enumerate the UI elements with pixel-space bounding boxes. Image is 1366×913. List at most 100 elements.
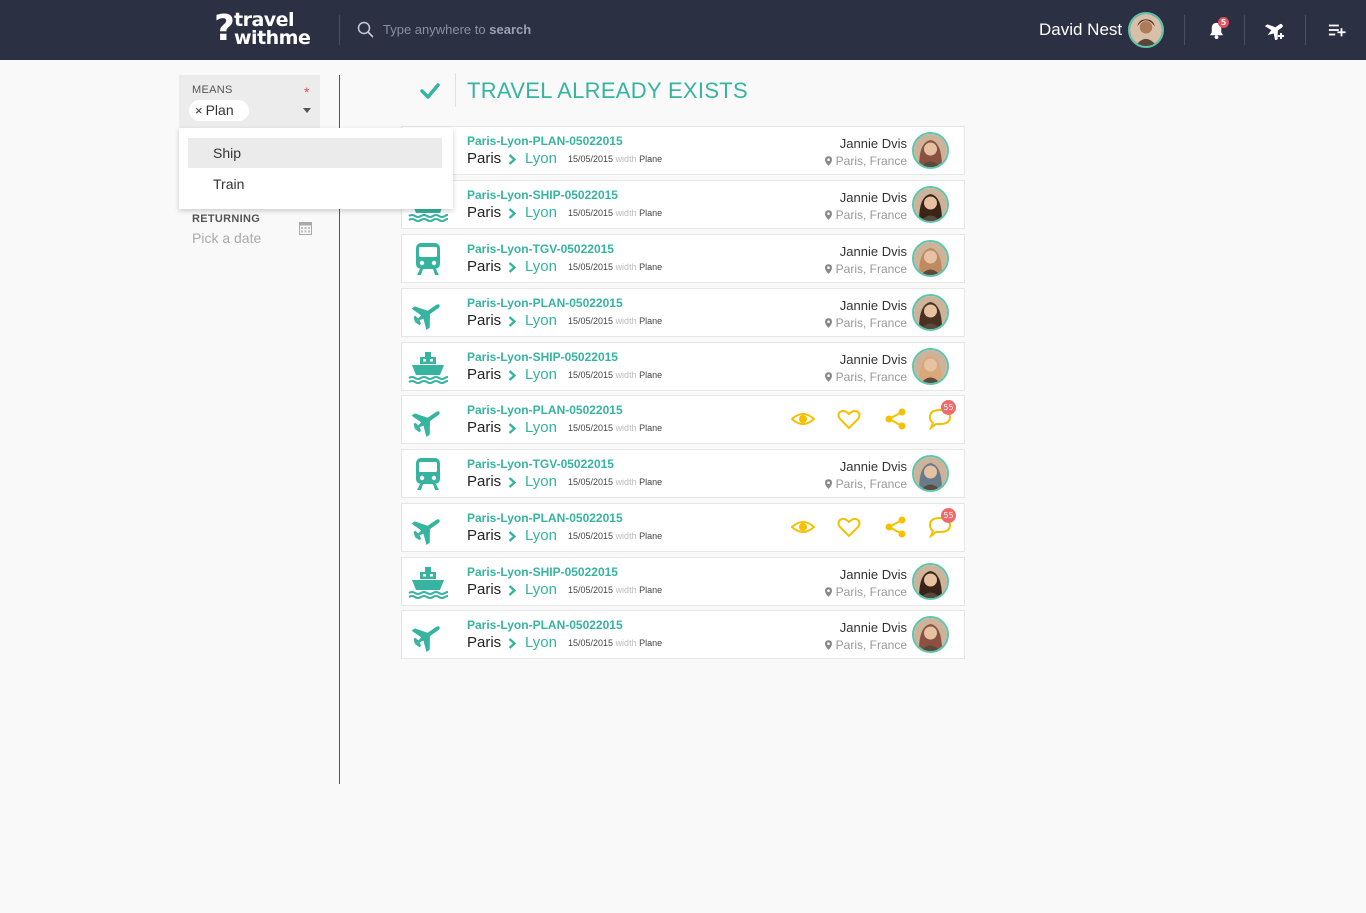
search-input[interactable]: Type anywhere to search (383, 22, 531, 38)
traveler-avatar[interactable] (912, 455, 949, 492)
returning-date-field[interactable]: Pick a date (192, 229, 292, 247)
traveler-name[interactable]: Jannie Dvis (840, 567, 907, 582)
travel-date: 15/05/2015 (568, 585, 614, 595)
share-icon[interactable] (884, 408, 908, 430)
traveler-name[interactable]: Jannie Dvis (840, 244, 907, 259)
travel-code[interactable]: Paris-Lyon-PLAN-05022015 (467, 403, 623, 417)
chevron-down-icon[interactable] (303, 108, 311, 113)
traveler-avatar[interactable] (912, 186, 949, 223)
travel-code[interactable]: Paris-Lyon-PLAN-05022015 (467, 511, 623, 525)
plane-icon (408, 296, 448, 330)
traveler-name[interactable]: Jannie Dvis (840, 298, 907, 313)
map-pin-icon (824, 210, 832, 220)
option-train[interactable]: Train (188, 169, 442, 199)
travel-date: 15/05/2015 (568, 638, 614, 648)
travel-row[interactable]: Paris-Lyon-PLAN-05022015 Paris Lyon 15/05/2… (401, 126, 965, 175)
travel-meta: 15/05/2015 width Plane (568, 316, 662, 327)
travel-row[interactable]: Paris-Lyon-TGV-05022015 Paris Lyon 15/05/20… (401, 449, 965, 498)
origin-city: Paris (467, 419, 502, 436)
travel-code[interactable]: Paris-Lyon-SHIP-05022015 (467, 350, 618, 364)
chip-remove-button[interactable]: × (195, 103, 203, 118)
travel-date: 15/05/2015 (568, 208, 614, 218)
option-ship[interactable]: Ship (188, 138, 442, 168)
with-label: width (615, 262, 637, 272)
comments-button[interactable]: 55 (928, 508, 956, 540)
user-name[interactable]: David Nest (1039, 20, 1122, 40)
ship-icon (408, 350, 449, 384)
travel-row[interactable]: Paris-Lyon-SHIP-05022015 Paris Lyon 15/05/2… (401, 180, 965, 229)
map-pin-icon (824, 372, 832, 382)
travel-meta: 15/05/2015 width Plane (568, 531, 662, 542)
travel-row[interactable]: Paris-Lyon-PLAN-05022015 Paris Lyon 15/05/2… (401, 395, 965, 444)
with-label: width (615, 316, 637, 326)
location-text: Paris, France (835, 638, 907, 652)
traveler-avatar[interactable] (912, 563, 949, 600)
map-pin-icon (824, 264, 832, 274)
required-mark: * (304, 84, 310, 100)
traveler-avatar[interactable] (912, 616, 949, 653)
travel-date: 15/05/2015 (568, 370, 614, 380)
travel-row[interactable]: Paris-Lyon-PLAN-05022015 Paris Lyon 15/05/2… (401, 610, 965, 659)
comment-count-badge: 55 (941, 400, 956, 415)
travel-meta: 15/05/2015 width Plane (568, 477, 662, 488)
travel-code[interactable]: Paris-Lyon-PLAN-05022015 (467, 618, 623, 632)
traveler-name[interactable]: Jannie Dvis (840, 620, 907, 635)
train-icon (408, 457, 448, 491)
travel-means: Plane (639, 423, 663, 433)
travel-means: Plane (639, 531, 663, 541)
with-label: width (615, 477, 637, 487)
location-text: Paris, France (835, 316, 907, 330)
heart-icon[interactable] (837, 408, 861, 430)
traveler-avatar[interactable] (912, 132, 949, 169)
logo-line2: withme (234, 27, 311, 49)
traveler-avatar[interactable] (912, 294, 949, 331)
travel-row[interactable]: Paris-Lyon-TGV-05022015 Paris Lyon 15/05/20… (401, 234, 965, 283)
travel-code[interactable]: Paris-Lyon-TGV-05022015 (467, 242, 614, 256)
with-label: width (615, 370, 637, 380)
travel-means: Plane (639, 370, 663, 380)
traveler-avatar[interactable] (912, 240, 949, 277)
travel-means: Plane (639, 208, 663, 218)
traveler-location: Paris, France (824, 208, 907, 222)
share-icon[interactable] (884, 516, 908, 538)
travel-row[interactable]: Paris-Lyon-SHIP-05022015 Paris Lyon 15/05/2… (401, 557, 965, 606)
logo[interactable]: ? travel withme (214, 8, 311, 49)
selected-chip[interactable]: × Plan (189, 100, 249, 121)
traveler-name[interactable]: Jannie Dvis (840, 352, 907, 367)
destination-city: Lyon (525, 527, 557, 544)
chevron-right-icon (508, 638, 516, 649)
comments-button[interactable]: 55 (928, 400, 956, 432)
traveler-name[interactable]: Jannie Dvis (840, 459, 907, 474)
travel-row[interactable]: Paris-Lyon-SHIP-05022015 Paris Lyon 15/05/2… (401, 342, 965, 391)
traveler-location: Paris, France (824, 477, 907, 491)
notifications-button[interactable]: 5 (1202, 16, 1230, 44)
travel-code[interactable]: Paris-Lyon-PLAN-05022015 (467, 296, 623, 310)
traveler-name[interactable]: Jannie Dvis (840, 190, 907, 205)
calendar-icon[interactable] (299, 221, 312, 235)
eye-icon[interactable] (791, 516, 815, 538)
add-travel-button[interactable] (1262, 16, 1290, 44)
travel-means: Plane (639, 477, 663, 487)
travel-row[interactable]: Paris-Lyon-PLAN-05022015 Paris Lyon 15/05/2… (401, 288, 965, 337)
travel-code[interactable]: Paris-Lyon-SHIP-05022015 (467, 565, 618, 579)
add-list-button[interactable] (1323, 16, 1351, 44)
travel-code[interactable]: Paris-Lyon-TGV-05022015 (467, 457, 614, 471)
means-select[interactable]: MEANS * × Plan (179, 75, 320, 128)
destination-city: Lyon (525, 204, 557, 221)
heart-icon[interactable] (837, 516, 861, 538)
destination-city: Lyon (525, 366, 557, 383)
traveler-location: Paris, France (824, 585, 907, 599)
ship-icon (408, 565, 449, 599)
travel-meta: 15/05/2015 width Plane (568, 638, 662, 649)
means-label: MEANS (192, 84, 233, 96)
traveler-name[interactable]: Jannie Dvis (840, 136, 907, 151)
travel-code[interactable]: Paris-Lyon-PLAN-05022015 (467, 134, 623, 148)
traveler-avatar[interactable] (912, 348, 949, 385)
logo-mark: ? (214, 8, 235, 49)
travel-code[interactable]: Paris-Lyon-SHIP-05022015 (467, 188, 618, 202)
user-avatar[interactable] (1128, 12, 1164, 48)
eye-icon[interactable] (791, 408, 815, 430)
origin-city: Paris (467, 204, 502, 221)
search-icon[interactable] (357, 21, 374, 38)
travel-row[interactable]: Paris-Lyon-PLAN-05022015 Paris Lyon 15/05/2… (401, 503, 965, 552)
